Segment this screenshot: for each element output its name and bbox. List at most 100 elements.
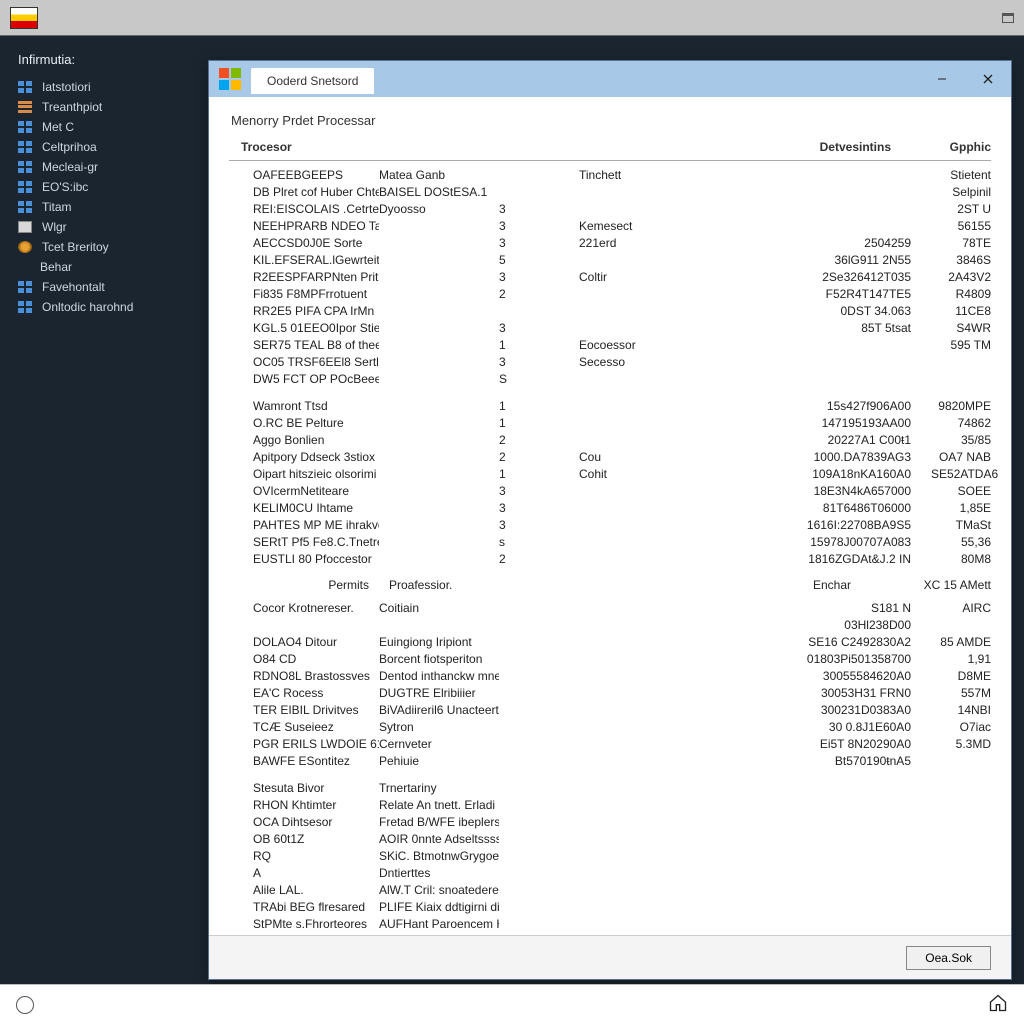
grid-icon: [18, 141, 32, 153]
circle-icon[interactable]: [16, 996, 34, 1014]
cell-c3: 2: [499, 286, 579, 303]
table-row: KGL.5 01EEO0Ipor Stien385T 5tsatS4WR: [229, 320, 991, 337]
cell-c1: Stesuta Bivor: [229, 780, 379, 797]
minimize-button[interactable]: [919, 61, 965, 97]
app-logo-icon: [10, 7, 38, 29]
subhead-permits: Permits: [229, 576, 389, 594]
sidebar-item-label: Favehontalt: [42, 280, 105, 294]
cell-c6: R4809: [931, 286, 991, 303]
sidebar-item-9[interactable]: Behar: [0, 257, 208, 277]
subhead-enchar: Enchar: [549, 576, 891, 594]
cell-c6: 1,85E: [931, 500, 991, 517]
cell-c1: StPMte s.Fhrorteores: [229, 916, 379, 933]
cell-c4: [579, 252, 801, 269]
cell-c6: 595 TM: [931, 337, 991, 354]
table-row: RQSKiC. BtmotnwGrygoert: [229, 848, 991, 865]
cell-c1: TCÆ Suseieez: [229, 719, 379, 736]
sidebar-item-11[interactable]: Onltodic harohnd: [0, 297, 208, 317]
cell-c5: 36lG911 2N55: [801, 252, 931, 269]
cell-c2: AUFHant Paroencem Hnermobtirser.: [379, 916, 499, 933]
app-top-toolbar: [0, 0, 1024, 36]
cell-c4: [579, 303, 801, 320]
cell-c2: Pehiuie: [379, 753, 499, 770]
cell-c3: 1: [499, 337, 579, 354]
cell-c5: [801, 354, 931, 371]
cell-c1: Cocor Krotnereser.: [229, 600, 379, 634]
cell-c5: 2504259: [801, 235, 931, 252]
cell-c1: PAHTES MP ME ihrakvent: [229, 517, 379, 534]
cell-c2: Trnertariny: [379, 780, 499, 797]
cell-c5: 85T 5tsat: [801, 320, 931, 337]
sidebar-item-5[interactable]: EO'S:ibc: [0, 177, 208, 197]
sidebar-item-4[interactable]: Mecleai-gr: [0, 157, 208, 177]
sidebar-item-8[interactable]: Tcet Breritoy: [0, 237, 208, 257]
sidebar-item-2[interactable]: Met C: [0, 117, 208, 137]
table-row: EUSTLI 80 Pfoccestor21816ZGDAt&J.2 IN80M…: [229, 551, 991, 568]
cell-c1: OVIcermNetiteare: [229, 483, 379, 500]
cell-c1: TRAbi BEG flresared: [229, 899, 379, 916]
cell-c5: Ei5T 8N20290A0: [801, 736, 931, 753]
table-row: OCA DihtsesorFretad B/WFE ibeplers: [229, 814, 991, 831]
cell-c2: Euingiong Iripiont: [379, 634, 499, 651]
cell-c3: 3: [499, 483, 579, 500]
cell-c2: [379, 398, 499, 415]
grid-icon: [18, 121, 32, 133]
ok-button[interactable]: Oea.Sok: [906, 946, 991, 970]
cell-c1: SERtT Pf5 Fe8.C.Tnetret: [229, 534, 379, 551]
table-row: O84 CDBorcent fiotsperiton01803Pi5013587…: [229, 651, 991, 668]
ball-icon: [18, 241, 32, 253]
table-row: Aggo Bonlien220227A1 C00ŧ135/85: [229, 432, 991, 449]
cell-c4: [579, 702, 801, 719]
bars-icon: [18, 101, 32, 113]
tab-active[interactable]: Ooderd Snetsord: [251, 68, 374, 94]
cell-c4: [579, 483, 801, 500]
sidebar-item-1[interactable]: Treanthpiot: [0, 97, 208, 117]
cell-c6: S4WR: [931, 320, 991, 337]
cell-c4: Secesso: [579, 354, 801, 371]
cell-c2: [379, 449, 499, 466]
cell-c1: BAWFE ESontitez: [229, 753, 379, 770]
cell-c3: 2: [499, 449, 579, 466]
table-row: TRAbi BEG flresaredPLIFE Kiaix ddtigirni…: [229, 899, 991, 916]
cell-c1: PGR ERILS LWDOIE 61R: [229, 736, 379, 753]
cell-c4: [579, 517, 801, 534]
cell-c5: [801, 371, 931, 388]
cell-c2: Sytron: [379, 719, 499, 736]
cell-c3: [499, 167, 579, 184]
window-footer: Oea.Sok: [209, 935, 1011, 979]
sidebar-item-10[interactable]: Favehontalt: [0, 277, 208, 297]
cell-c1: OC05 TRSF6EEl8 Sertle: [229, 354, 379, 371]
sidebar-item-label: Treanthpiot: [42, 100, 102, 114]
sidebar-item-6[interactable]: Titam: [0, 197, 208, 217]
close-button[interactable]: [965, 61, 1011, 97]
table-row: Fi835 F8MPFrrotuent2F52R4T147TE5R4809: [229, 286, 991, 303]
cell-c4: Tinchett: [579, 167, 801, 184]
restore-window-icon[interactable]: [1002, 13, 1014, 23]
cell-c1: Apitpory Ddseck 3stiox: [229, 449, 379, 466]
cell-c3: [499, 685, 579, 702]
cell-c4: [579, 320, 801, 337]
cell-c2: [379, 286, 499, 303]
cell-c1: NEEHPRARB NDEO Tarh: [229, 218, 379, 235]
cell-c4: [579, 668, 801, 685]
cell-c1: Wamront Ttsd: [229, 398, 379, 415]
cell-c3: 3: [499, 500, 579, 517]
sidebar-item-3[interactable]: Celtprihoa: [0, 137, 208, 157]
table-row: Oipart hitszieic olsorimi1Cohit109A18nKA…: [229, 466, 991, 483]
table-row: ADntierttes: [229, 865, 991, 882]
cell-c6: 557M: [931, 685, 991, 702]
cell-c6: 14NBI: [931, 702, 991, 719]
home-icon[interactable]: [988, 993, 1008, 1016]
bottom-strip: [0, 984, 1024, 1024]
table-row: PGR ERILS LWDOIE 61RCernveterEi5T 8N2029…: [229, 736, 991, 753]
cell-c3: 3: [499, 354, 579, 371]
cell-c6: 78TE: [931, 235, 991, 252]
cell-c4: [579, 398, 801, 415]
cell-c2: [379, 500, 499, 517]
cell-c5: 20227A1 C00ŧ1: [801, 432, 931, 449]
sidebar-item-7[interactable]: Wlgr: [0, 217, 208, 237]
sidebar-item-0[interactable]: Iatstotiori: [0, 77, 208, 97]
cell-c4: [579, 551, 801, 568]
cell-c2: Borcent fiotsperiton: [379, 651, 499, 668]
table-row: PAHTES MP ME ihrakvent31616I:22708BA9S5T…: [229, 517, 991, 534]
